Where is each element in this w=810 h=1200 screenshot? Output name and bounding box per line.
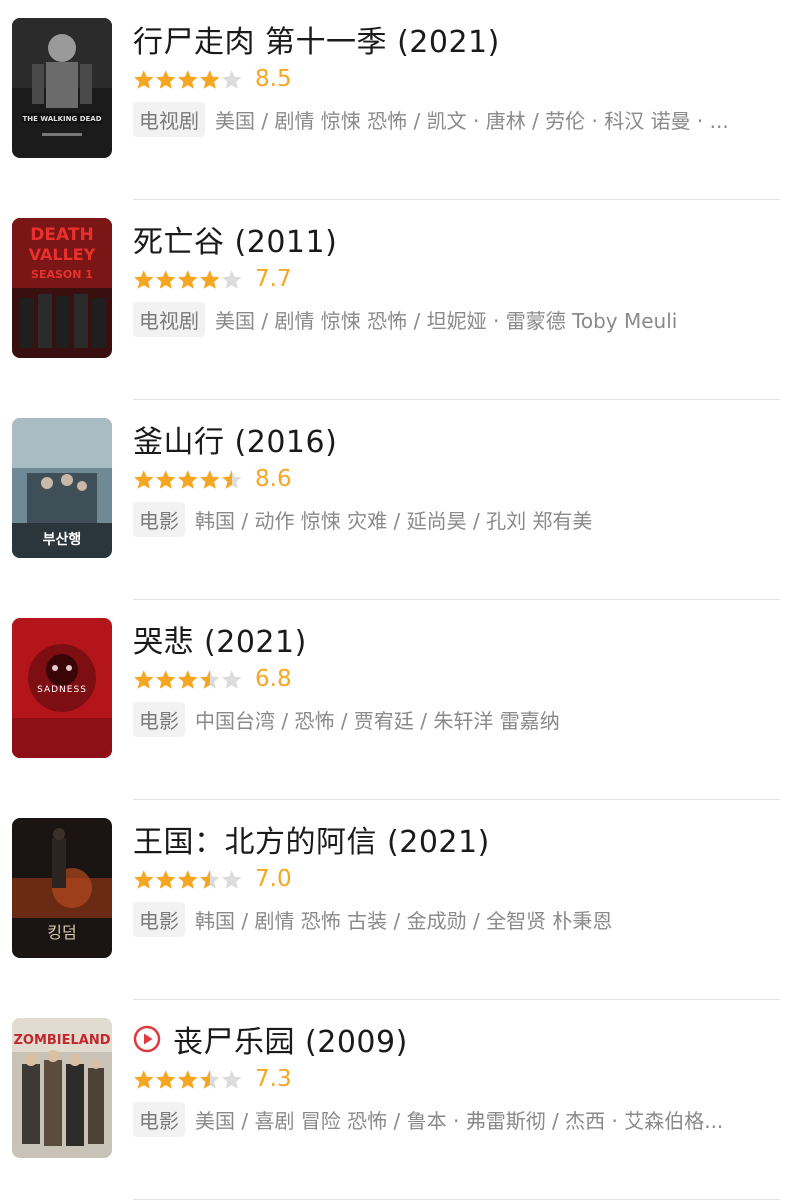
star-icon bbox=[134, 269, 154, 289]
movie-title[interactable]: 行尸走肉 第十一季 (2021) bbox=[133, 17, 500, 61]
poster-image: 부산행 bbox=[12, 418, 112, 558]
star-icon bbox=[222, 69, 242, 89]
type-tag: 电影 bbox=[133, 701, 185, 737]
star-icon bbox=[178, 669, 198, 689]
poster-title-text: ZOMBIELAND bbox=[13, 1033, 110, 1048]
movie-meta: 美国 / 剧情 惊悚 恐怖 / 凯文 · 唐林 / 劳伦 · 科汉 诺曼 · .… bbox=[215, 108, 729, 133]
movie-title[interactable]: 丧尸乐园 (2009) bbox=[173, 1017, 408, 1061]
star-icon bbox=[178, 869, 198, 889]
list-item[interactable]: DEATH VALLEY SEASON 1 死亡谷 (2011) 7.7 电视剧… bbox=[0, 200, 810, 400]
poster-image: THE WALKING DEAD bbox=[12, 18, 112, 158]
star-icon bbox=[134, 869, 154, 889]
rating-score: 7.0 bbox=[255, 866, 292, 892]
movie-title[interactable]: 哭悲 (2021) bbox=[133, 617, 307, 661]
type-tag: 电视剧 bbox=[133, 101, 205, 137]
rating-score: 7.3 bbox=[255, 1066, 292, 1092]
star-icon bbox=[200, 469, 220, 489]
movie-meta: 美国 / 喜剧 冒险 恐怖 / 鲁本 · 弗雷斯彻 / 杰西 · 艾森伯格... bbox=[195, 1108, 724, 1133]
list-item[interactable]: 킹덤 王国：北方的阿信 (2021) 7.0 电影 韩国 / 剧情 恐怖 古装 … bbox=[0, 800, 810, 1000]
star-rating bbox=[133, 1069, 243, 1090]
list-item[interactable]: 부산행 釜山行 (2016) 8.6 电影 韩国 / 动作 惊悚 灾难 / 延尚… bbox=[0, 400, 810, 600]
star-icon bbox=[200, 269, 220, 289]
type-tag: 电影 bbox=[133, 901, 185, 937]
star-icon bbox=[178, 269, 198, 289]
poster-image: 킹덤 bbox=[12, 818, 112, 958]
poster-title-text: 킹덤 bbox=[47, 923, 76, 942]
star-rating bbox=[133, 69, 243, 90]
star-rating bbox=[133, 669, 243, 690]
rating-score: 6.8 bbox=[255, 666, 292, 692]
list-item[interactable]: SADNESS 哭悲 (2021) 6.8 电影 中国台湾 / 恐怖 / 贾宥廷… bbox=[0, 600, 810, 800]
rating-score: 8.6 bbox=[255, 466, 292, 492]
type-tag: 电视剧 bbox=[133, 301, 205, 337]
star-icon bbox=[134, 469, 154, 489]
poster-image: ZOMBIELAND bbox=[12, 1018, 112, 1158]
movie-title[interactable]: 死亡谷 (2011) bbox=[133, 217, 337, 261]
svg-text:SEASON 1: SEASON 1 bbox=[31, 268, 93, 281]
star-icon bbox=[222, 869, 242, 889]
star-icon bbox=[222, 469, 242, 489]
star-icon bbox=[156, 1069, 176, 1089]
star-icon bbox=[222, 669, 242, 689]
movie-meta: 美国 / 剧情 惊悚 恐怖 / 坦妮娅 · 雷蒙德 Toby Meuli bbox=[215, 308, 678, 333]
movie-list: THE WALKING DEAD 行尸走肉 第十一季 (2021) 8.5 电视… bbox=[0, 0, 810, 1200]
poster-image: DEATH VALLEY SEASON 1 bbox=[12, 218, 112, 358]
star-icon bbox=[156, 469, 176, 489]
star-icon bbox=[156, 669, 176, 689]
star-icon bbox=[156, 269, 176, 289]
movie-title[interactable]: 釜山行 (2016) bbox=[133, 417, 337, 461]
rating-score: 7.7 bbox=[255, 266, 292, 292]
movie-meta: 中国台湾 / 恐怖 / 贾宥廷 / 朱轩洋 雷嘉纳 bbox=[195, 708, 560, 733]
star-icon bbox=[156, 69, 176, 89]
the-sadness-poster[interactable]: SADNESS bbox=[12, 618, 112, 758]
svg-text:VALLEY: VALLEY bbox=[29, 245, 96, 264]
star-icon bbox=[222, 1069, 242, 1089]
star-icon bbox=[134, 669, 154, 689]
star-icon bbox=[178, 469, 198, 489]
star-icon bbox=[156, 869, 176, 889]
poster-title-text: 부산행 bbox=[43, 531, 82, 548]
zombieland-poster[interactable]: ZOMBIELAND bbox=[12, 1018, 112, 1158]
star-icon bbox=[134, 1069, 154, 1089]
list-item[interactable]: THE WALKING DEAD 行尸走肉 第十一季 (2021) 8.5 电视… bbox=[0, 0, 810, 200]
star-icon bbox=[200, 869, 220, 889]
star-icon bbox=[178, 69, 198, 89]
poster-title-text: SADNESS bbox=[37, 685, 87, 695]
movie-meta: 韩国 / 动作 惊悚 灾难 / 延尚昊 / 孔刘 郑有美 bbox=[195, 508, 593, 533]
svg-text:DEATH: DEATH bbox=[30, 225, 93, 245]
type-tag: 电影 bbox=[133, 501, 185, 537]
star-icon bbox=[200, 1069, 220, 1089]
movie-title[interactable]: 王国：北方的阿信 (2021) bbox=[133, 817, 490, 861]
death-valley-poster[interactable]: DEATH VALLEY SEASON 1 bbox=[12, 218, 112, 358]
star-icon bbox=[134, 69, 154, 89]
star-icon bbox=[178, 1069, 198, 1089]
star-icon bbox=[200, 669, 220, 689]
poster-image: SADNESS bbox=[12, 618, 112, 758]
star-rating bbox=[133, 469, 243, 490]
star-icon bbox=[222, 269, 242, 289]
walking-dead-poster[interactable]: THE WALKING DEAD bbox=[12, 18, 112, 158]
kingdom-ashin-poster[interactable]: 킹덤 bbox=[12, 818, 112, 958]
play-circle-icon[interactable] bbox=[133, 1025, 161, 1053]
type-tag: 电影 bbox=[133, 1101, 185, 1137]
star-rating bbox=[133, 269, 243, 290]
train-to-busan-poster[interactable]: 부산행 bbox=[12, 418, 112, 558]
rating-score: 8.5 bbox=[255, 66, 292, 92]
star-rating bbox=[133, 869, 243, 890]
star-icon bbox=[200, 69, 220, 89]
list-item[interactable]: ZOMBIELAND 丧尸乐园 (2009) 7.3 电影 美国 / 喜剧 冒险… bbox=[0, 1000, 810, 1200]
poster-title-text: THE WALKING DEAD bbox=[22, 115, 101, 123]
movie-meta: 韩国 / 剧情 恐怖 古装 / 金成勋 / 全智贤 朴秉恩 bbox=[195, 908, 613, 933]
